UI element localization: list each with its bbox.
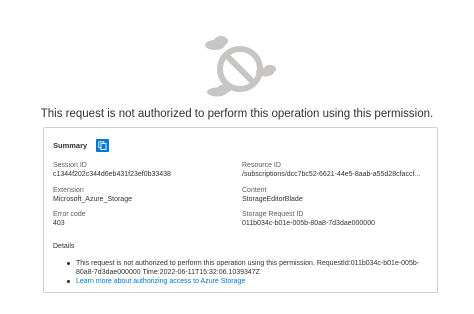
error-code-field: Error code 403: [53, 210, 86, 228]
details-message: This request is not authorized to perfor…: [62, 259, 432, 277]
error-code-label: Error code: [53, 211, 86, 218]
storage-request-id-field: Storage Request ID 011b034c-b01e-005b-80…: [242, 210, 375, 228]
extension-label: Extension: [53, 187, 84, 194]
resource-id-label: Resource ID: [242, 162, 281, 169]
storage-request-id-label: Storage Request ID: [242, 211, 304, 218]
storage-request-id-value: 011b034c-b01e-005b-80a8-7d3dae000000: [242, 220, 375, 227]
error-summary-card: Summary Session ID c1344f202c344d6eb431f…: [43, 127, 438, 293]
summary-label: Summary: [53, 141, 88, 150]
details-message-line1: This request is not authorized to perfor…: [76, 260, 420, 267]
error-code-value: 403: [53, 220, 65, 227]
forbidden-cloud-icon: [197, 31, 279, 99]
extension-field: Extension Microsoft_Azure_Storage: [53, 186, 132, 204]
details-title: Details: [53, 243, 75, 250]
details-message-line2: 80a8-7d3dae000000 Time:2022-06-11T15:32:…: [76, 269, 260, 276]
content-label: Content: [242, 187, 267, 194]
summary-header: Summary: [53, 139, 110, 152]
session-id-value: c1344f202c344d6eb431f23ef0b33438: [53, 171, 171, 178]
details-link-item: Learn more about authorizing access to A…: [62, 277, 432, 286]
details-list: This request is not authorized to perfor…: [62, 259, 432, 286]
copy-icon: [98, 141, 107, 150]
copy-button[interactable]: [96, 139, 110, 152]
resource-id-field: Resource ID /subscriptions/dcc7bc52-6621…: [242, 161, 420, 179]
resource-id-value: /subscriptions/dcc7bc52-6621-44e5-8aab-a…: [242, 171, 421, 178]
content-field: Content StorageEditorBlade: [242, 186, 303, 204]
content-value: StorageEditorBlade: [242, 196, 303, 203]
session-id-label: Session ID: [53, 162, 87, 169]
extension-value: Microsoft_Azure_Storage: [53, 196, 132, 203]
learn-more-link[interactable]: Learn more about authorizing access to A…: [76, 278, 245, 285]
session-id-field: Session ID c1344f202c344d6eb431f23ef0b33…: [53, 161, 171, 179]
error-headline: This request is not authorized to perfor…: [40, 108, 434, 120]
